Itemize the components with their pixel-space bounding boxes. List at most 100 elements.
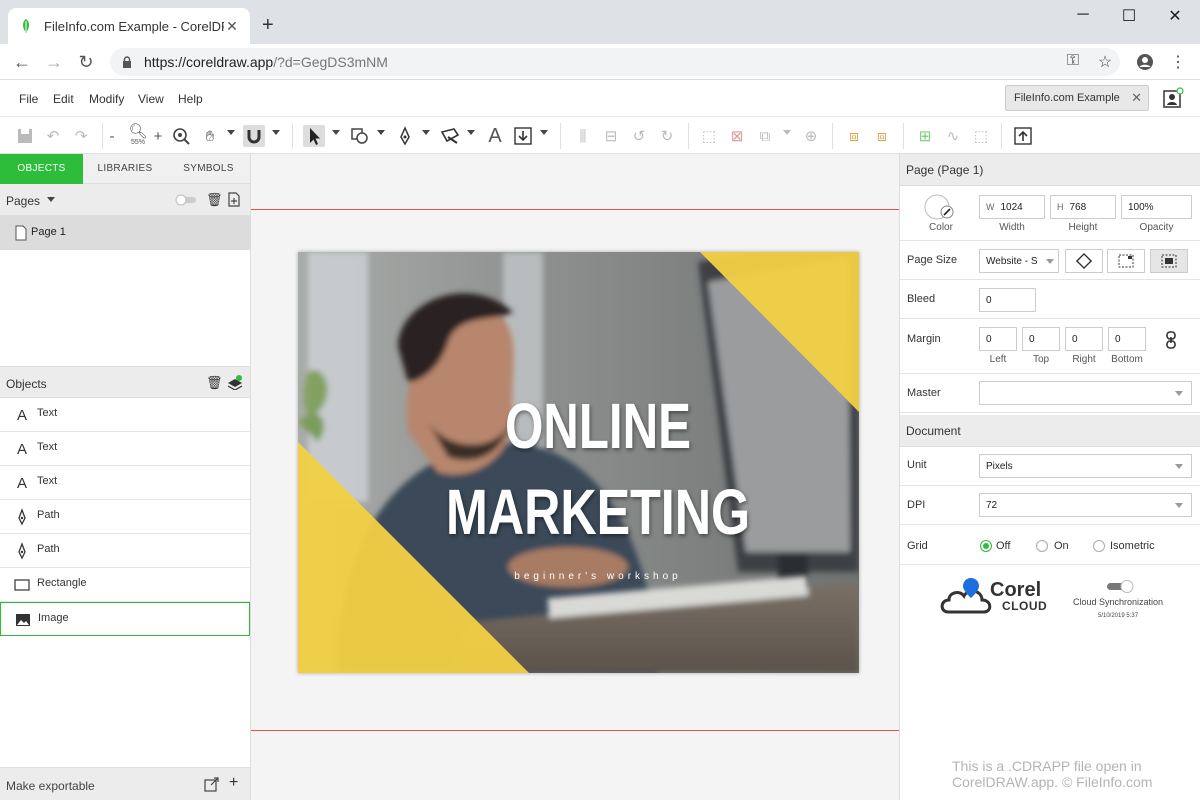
profile-icon[interactable] — [1135, 52, 1155, 72]
save-icon[interactable] — [14, 125, 36, 147]
menu-help[interactable]: Help — [178, 92, 203, 106]
star-icon[interactable]: ☆ — [1095, 52, 1115, 72]
break-path-icon[interactable]: ∿ — [942, 125, 964, 147]
object-row[interactable]: A Text — [0, 466, 250, 500]
menu-edit[interactable]: Edit — [53, 92, 74, 106]
master-select[interactable] — [979, 381, 1192, 405]
browser-tab[interactable]: FileInfo.com Example - CorelDRAW ✕ — [8, 8, 250, 44]
maximize-icon[interactable]: ☐ — [1106, 6, 1152, 26]
snap-magnet-icon[interactable] — [243, 125, 265, 147]
object-row[interactable]: Path — [0, 500, 250, 534]
pan-dropdown-icon[interactable] — [227, 130, 235, 135]
tab-libraries[interactable]: LIBRARIES — [83, 154, 167, 184]
snap-dropdown-icon[interactable] — [272, 130, 280, 135]
rotate-left-icon[interactable]: ↺ — [628, 125, 650, 147]
grid-on-radio[interactable] — [1036, 540, 1048, 552]
open-file-chip[interactable]: FileInfo.com Example ✕ — [1005, 85, 1149, 111]
color-picker-icon[interactable] — [922, 192, 958, 222]
headline-subtitle[interactable]: beginner's workshop — [514, 571, 681, 582]
forward-icon[interactable]: → — [44, 52, 64, 72]
delete-page-icon[interactable]: 🗑︎ — [206, 192, 223, 208]
zoom-in-button[interactable]: + — [152, 125, 164, 147]
link-margins-icon[interactable] — [1164, 331, 1178, 349]
object-row[interactable]: A Text — [0, 432, 250, 466]
tab-close-icon[interactable]: ✕ — [224, 18, 240, 35]
export-settings-icon[interactable] — [204, 777, 220, 792]
add-export-icon[interactable]: + — [229, 774, 238, 792]
pan-hand-icon[interactable]: ✋︎ — [199, 125, 221, 147]
pointer-dropdown-icon[interactable] — [332, 130, 340, 135]
artboard-page[interactable]: ONLINE MARKETING beginner's workshop — [298, 252, 859, 673]
rotate-right-icon[interactable]: ↻ — [656, 125, 678, 147]
page-bleed-button[interactable] — [1107, 249, 1145, 273]
reload-icon[interactable]: ↻ — [76, 52, 96, 72]
grid-off-radio[interactable] — [980, 540, 992, 552]
menu-modify[interactable]: Modify — [89, 92, 124, 106]
artboard-image[interactable]: ONLINE MARKETING beginner's workshop — [298, 252, 859, 673]
file-chip-close-icon[interactable]: ✕ — [1131, 90, 1142, 106]
weld-icon[interactable]: ⊕ — [800, 125, 822, 147]
tab-symbols[interactable]: SYMBOLS — [167, 154, 250, 184]
margin-right-field[interactable]: 0 — [1065, 327, 1103, 351]
orientation-button[interactable] — [1065, 249, 1103, 273]
page-border-button[interactable] — [1150, 249, 1188, 273]
key-icon[interactable]: ⚿ — [1063, 52, 1083, 72]
pages-toggle[interactable] — [174, 194, 198, 206]
opacity-field[interactable]: 100% — [1121, 195, 1192, 219]
export-icon[interactable] — [1012, 125, 1034, 147]
menu-file[interactable]: File — [19, 92, 38, 106]
margin-left-field[interactable]: 0 — [979, 327, 1017, 351]
pen-dropdown-icon[interactable] — [422, 130, 430, 135]
tab-objects[interactable]: OBJECTS — [0, 154, 83, 184]
ungroup-icon[interactable]: ⊠ — [726, 125, 748, 147]
window-close-icon[interactable]: ✕ — [1152, 6, 1198, 26]
account-icon[interactable] — [1162, 87, 1184, 109]
align-icon[interactable]: ⫼ — [572, 125, 594, 147]
pages-dropdown-icon[interactable] — [47, 197, 55, 202]
minimize-icon[interactable]: ─ — [1060, 6, 1106, 24]
select-all-icon[interactable]: ⬚ — [970, 125, 992, 147]
import-dropdown-icon[interactable] — [540, 130, 548, 135]
new-tab-icon[interactable]: + — [262, 14, 274, 37]
pen-tool-icon[interactable] — [394, 125, 416, 147]
combine-icon[interactable]: ⧉ — [754, 125, 776, 147]
zoom-out-button[interactable]: - — [107, 125, 117, 147]
add-page-icon[interactable] — [227, 192, 241, 207]
group-icon[interactable]: ⬚ — [698, 125, 720, 147]
distribute-icon[interactable]: ⊟ — [600, 125, 622, 147]
arrange-front-icon[interactable]: ⧈ — [843, 125, 865, 147]
back-icon[interactable]: ← — [12, 52, 32, 72]
unit-select[interactable]: Pixels — [979, 454, 1192, 478]
combine-dropdown-icon[interactable] — [783, 130, 791, 135]
shape-dropdown-icon[interactable] — [377, 130, 385, 135]
zoom-fit-icon[interactable] — [170, 125, 192, 147]
page-size-select[interactable]: Website - S — [979, 249, 1059, 273]
dpi-select[interactable]: 72 — [979, 493, 1192, 517]
url-input[interactable]: https://coreldraw.app/?d=GegDS3mNM — [110, 48, 1120, 76]
redo-icon[interactable]: ↷ — [70, 125, 92, 147]
add-layer-icon[interactable] — [227, 375, 243, 390]
cloud-sync-toggle[interactable] — [1105, 579, 1135, 593]
object-row[interactable]: Path — [0, 534, 250, 568]
margin-bottom-field[interactable]: 0 — [1108, 327, 1146, 351]
drawing-canvas[interactable]: ONLINE MARKETING beginner's workshop — [251, 154, 899, 800]
text-tool-icon[interactable]: A — [484, 125, 506, 147]
page-item[interactable]: Page 1 — [0, 216, 250, 250]
object-row-selected[interactable]: Image — [0, 602, 250, 636]
bleed-field[interactable]: 0 — [979, 288, 1036, 312]
fill-tool-icon[interactable] — [439, 125, 461, 147]
fill-dropdown-icon[interactable] — [467, 130, 475, 135]
delete-object-icon[interactable]: 🗑︎ — [206, 375, 223, 391]
undo-icon[interactable]: ↶ — [42, 125, 64, 147]
grid-isometric-radio[interactable] — [1093, 540, 1105, 552]
import-icon[interactable] — [512, 125, 534, 147]
add-node-icon[interactable]: ⊞ — [914, 125, 936, 147]
object-row[interactable]: Rectangle — [0, 568, 250, 602]
pointer-tool-icon[interactable] — [303, 125, 325, 147]
margin-top-field[interactable]: 0 — [1022, 327, 1060, 351]
shape-tool-icon[interactable] — [349, 125, 371, 147]
headline-line-1[interactable]: ONLINE — [505, 390, 691, 462]
headline-line-2[interactable]: MARKETING — [446, 476, 750, 548]
browser-menu-icon[interactable]: ⋮ — [1168, 52, 1188, 72]
menu-view[interactable]: View — [138, 92, 164, 106]
